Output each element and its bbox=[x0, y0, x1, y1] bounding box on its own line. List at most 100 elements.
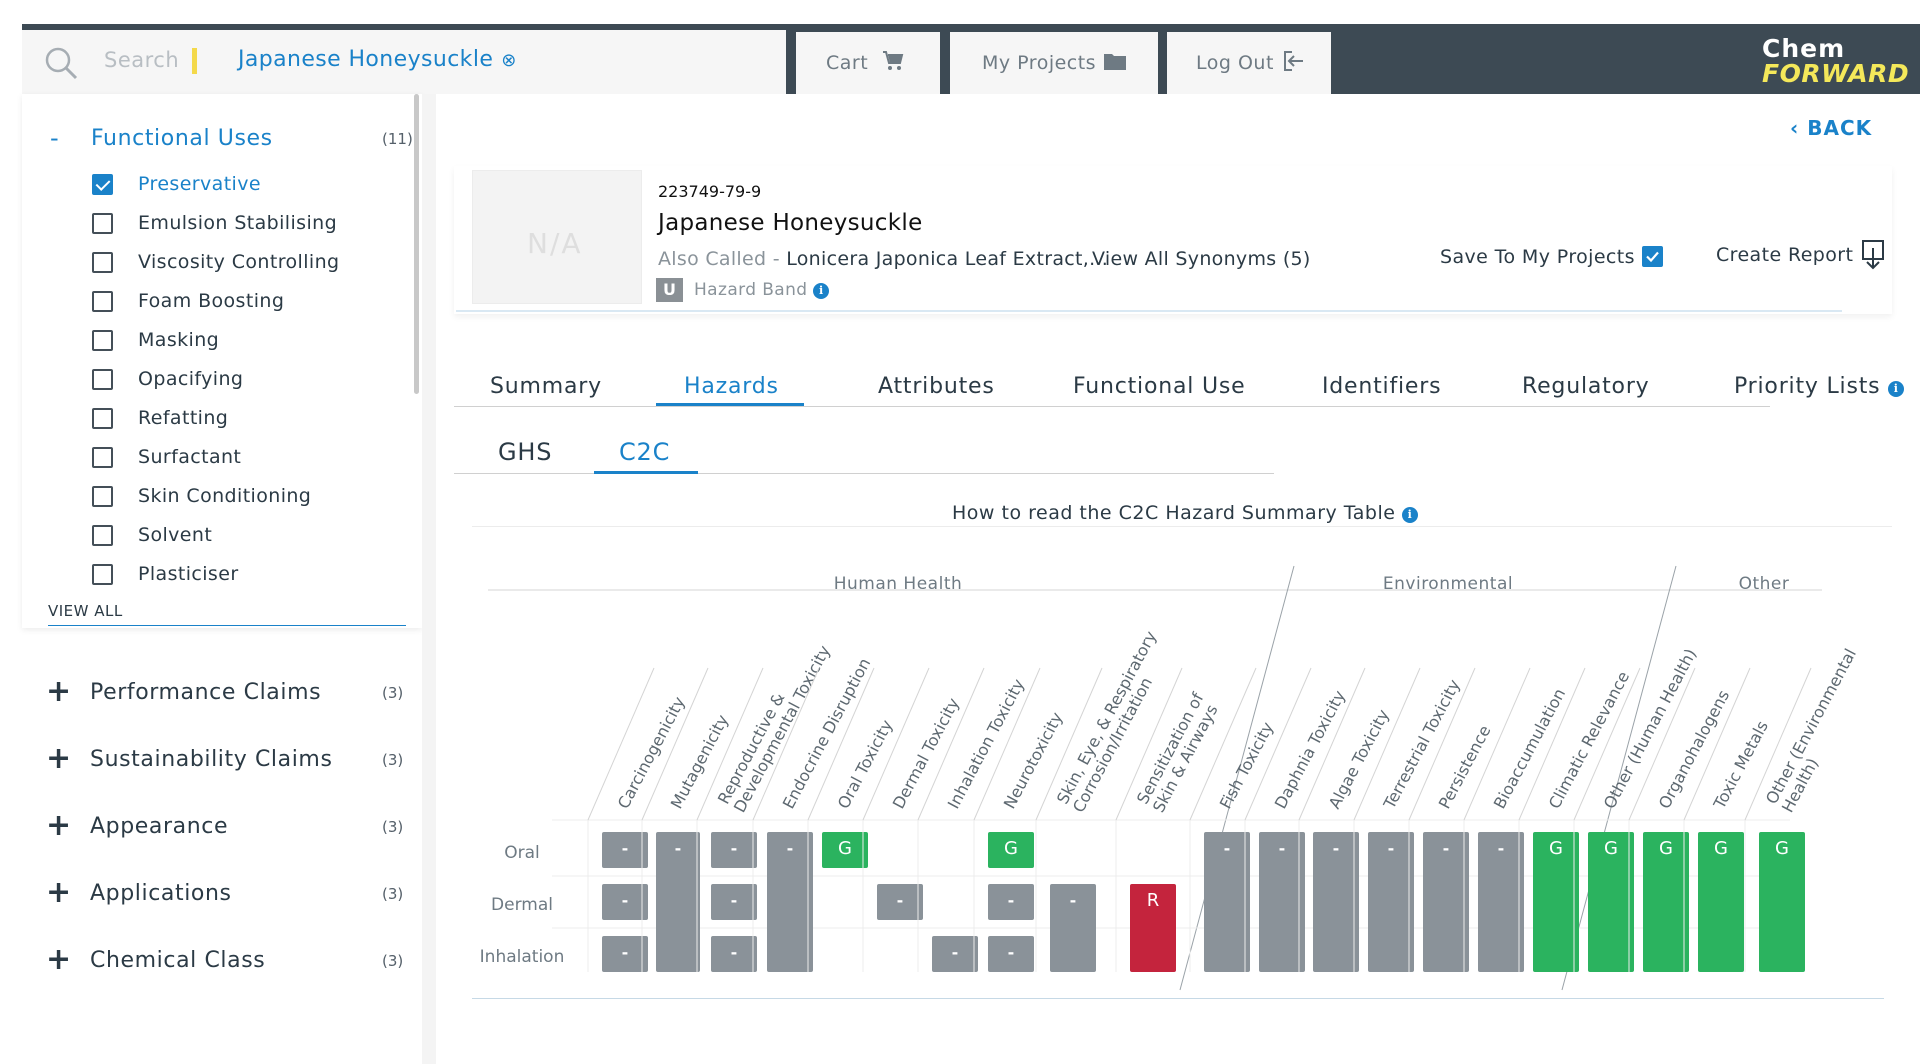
hazard-cell-merged[interactable] bbox=[1478, 832, 1524, 972]
category-applications[interactable]: + Applications (3) bbox=[46, 875, 416, 911]
cart-button[interactable]: Cart bbox=[796, 32, 940, 94]
column-label: Algae Toxicity bbox=[1325, 706, 1393, 812]
tab-summary[interactable]: Summary bbox=[490, 374, 602, 399]
cart-icon bbox=[883, 51, 904, 70]
hazard-band-info-icon[interactable]: i bbox=[813, 283, 830, 299]
hazard-cell[interactable] bbox=[988, 936, 1034, 972]
create-report-button[interactable]: Create Report bbox=[1716, 244, 1853, 266]
category-appearance[interactable]: + Appearance (3) bbox=[46, 808, 416, 844]
hazard-cell[interactable] bbox=[1130, 884, 1176, 972]
clear-search-icon[interactable]: ⊗ bbox=[501, 50, 516, 71]
tab-hazards[interactable]: Hazards bbox=[684, 374, 779, 399]
download-report-icon[interactable] bbox=[1860, 240, 1886, 270]
tab-priority-lists[interactable]: Priority Lists i bbox=[1734, 374, 1905, 399]
column-label-line: Toxic Metals bbox=[1709, 718, 1772, 813]
search-cursor-mark bbox=[192, 48, 197, 74]
filter-option-label: Masking bbox=[138, 329, 220, 351]
checkbox[interactable] bbox=[92, 408, 113, 429]
tab-identifiers[interactable]: Identifiers bbox=[1322, 374, 1441, 399]
priority-lists-info-icon[interactable]: i bbox=[1888, 381, 1905, 397]
tab-regulatory[interactable]: Regulatory bbox=[1522, 374, 1650, 399]
search-icon[interactable] bbox=[44, 46, 78, 80]
hazard-cell-merged[interactable] bbox=[767, 832, 813, 972]
column-label-line: Sensitization of bbox=[1133, 689, 1208, 807]
hazard-cell[interactable] bbox=[711, 936, 757, 972]
view-all-synonyms-link[interactable]: View All Synonyms (5) bbox=[1092, 248, 1311, 270]
search-term-chip[interactable]: Japanese Honeysuckle ⊗ bbox=[238, 47, 517, 72]
column-label-guide bbox=[917, 667, 985, 821]
column-label-line: Fish Toxicity bbox=[1216, 719, 1278, 812]
hazard-cell-merged[interactable] bbox=[1423, 832, 1469, 972]
category-chemical-class[interactable]: + Chemical Class (3) bbox=[46, 942, 416, 978]
category-performance-claims[interactable]: + Performance Claims (3) bbox=[46, 674, 416, 710]
hazard-cell[interactable] bbox=[602, 936, 648, 972]
hazard-cell-merged[interactable] bbox=[1588, 832, 1634, 972]
subtab-ghs[interactable]: GHS bbox=[498, 438, 552, 466]
sidebar-scrollbar[interactable] bbox=[414, 94, 419, 394]
hazard-cell[interactable] bbox=[988, 884, 1034, 920]
hazard-cell[interactable] bbox=[932, 936, 978, 972]
checkbox[interactable] bbox=[92, 486, 113, 507]
column-label-line: Bioaccumulation bbox=[1490, 685, 1569, 812]
checkbox[interactable] bbox=[92, 213, 113, 234]
search-bar[interactable]: Search Japanese Honeysuckle ⊗ bbox=[22, 30, 786, 94]
view-all-link[interactable]: VIEW ALL bbox=[48, 602, 123, 620]
column-label-line: Endocrine Disruption bbox=[779, 655, 875, 812]
category-count: (3) bbox=[382, 952, 404, 970]
hazard-cell-merged[interactable] bbox=[1759, 832, 1805, 972]
save-to-my-projects-label[interactable]: Save To My Projects bbox=[1440, 246, 1635, 268]
expand-icon[interactable]: + bbox=[46, 875, 71, 910]
hazard-cell[interactable] bbox=[711, 832, 757, 868]
log-out-button[interactable]: Log Out bbox=[1167, 32, 1331, 94]
expand-icon[interactable]: + bbox=[46, 674, 71, 709]
hazard-cell[interactable] bbox=[988, 832, 1034, 868]
save-to-projects-checkbox[interactable] bbox=[1642, 246, 1663, 267]
how-to-read-info-icon[interactable]: i bbox=[1401, 507, 1418, 523]
checkbox[interactable] bbox=[92, 330, 113, 351]
my-projects-button[interactable]: My Projects bbox=[950, 32, 1158, 94]
checkbox[interactable] bbox=[92, 525, 113, 546]
collapse-toggle[interactable]: - bbox=[50, 124, 59, 152]
checkbox-checked[interactable] bbox=[92, 174, 113, 195]
hazard-cell-merged[interactable] bbox=[1368, 832, 1414, 972]
hazard-cell[interactable] bbox=[822, 832, 868, 868]
how-to-read-c2c[interactable]: How to read the C2C Hazard Summary Table… bbox=[952, 502, 1418, 524]
tab-attributes[interactable]: Attributes bbox=[878, 374, 995, 399]
hazard-cell[interactable] bbox=[602, 884, 648, 920]
row-label-oral: Oral bbox=[504, 843, 540, 863]
checkbox[interactable] bbox=[92, 369, 113, 390]
expand-icon[interactable]: + bbox=[46, 942, 71, 977]
checkbox[interactable] bbox=[92, 252, 113, 273]
search-placeholder[interactable]: Search bbox=[104, 48, 179, 72]
sidebar-gutter bbox=[422, 94, 436, 1064]
expand-icon[interactable]: + bbox=[46, 741, 71, 776]
column-label: Neurotoxicity bbox=[1000, 709, 1067, 812]
column-label-line: Carcinogenicity bbox=[614, 694, 689, 812]
hazard-cell-merged[interactable] bbox=[1643, 832, 1689, 972]
hazard-cell-merged[interactable] bbox=[656, 832, 700, 972]
cart-label: Cart bbox=[826, 52, 869, 74]
back-link[interactable]: ‹ BACK bbox=[1790, 116, 1872, 140]
hazard-cell[interactable] bbox=[602, 832, 648, 868]
functional-uses-title[interactable]: Functional Uses bbox=[91, 126, 273, 151]
column-label-line: Algae Toxicity bbox=[1325, 706, 1393, 812]
hazard-cell-merged[interactable] bbox=[1259, 832, 1305, 972]
hazard-cell-merged[interactable] bbox=[1698, 832, 1744, 972]
hazard-cell-merged[interactable] bbox=[1313, 832, 1359, 972]
back-label: BACK bbox=[1807, 116, 1873, 140]
checkbox[interactable] bbox=[92, 447, 113, 468]
checkbox[interactable] bbox=[92, 291, 113, 312]
hazard-cell-merged[interactable] bbox=[1204, 832, 1250, 972]
hazard-cell[interactable] bbox=[711, 884, 757, 920]
hazard-cell[interactable] bbox=[877, 884, 923, 920]
column-label: Toxic Metals bbox=[1709, 718, 1772, 813]
expand-icon[interactable]: + bbox=[46, 808, 71, 843]
category-sustainability-claims[interactable]: + Sustainability Claims (3) bbox=[46, 741, 416, 777]
hazard-cell-merged[interactable] bbox=[1533, 832, 1579, 972]
checkbox[interactable] bbox=[92, 564, 113, 585]
chemforward-logo[interactable]: Chem FORWARD bbox=[1762, 36, 1909, 86]
tab-functional-use[interactable]: Functional Use bbox=[1073, 374, 1245, 399]
column-label-line: Oral Toxicity bbox=[834, 717, 897, 812]
subtab-c2c[interactable]: C2C bbox=[619, 438, 670, 466]
hazard-cell[interactable] bbox=[1050, 884, 1096, 972]
